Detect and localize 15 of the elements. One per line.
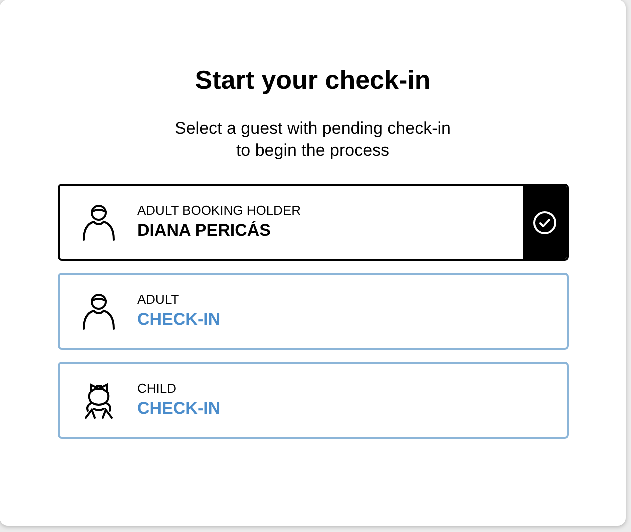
guest-card[interactable]: CHILD CHECK-IN xyxy=(58,362,568,439)
guest-card[interactable]: ADULT BOOKING HOLDER DIANA PERICÁS xyxy=(58,184,568,261)
guest-role: ADULT xyxy=(138,292,180,308)
person-icon xyxy=(82,294,116,330)
subtitle-line: Select a guest with pending check-in xyxy=(175,118,451,140)
subtitle-line: to begin the process xyxy=(236,140,390,162)
guest-role: CHILD xyxy=(138,380,178,396)
guest-role: ADULT BOOKING HOLDER xyxy=(138,202,302,218)
guest-name: DIANA PERICÁS xyxy=(138,220,272,242)
guest-name: CHECK-IN xyxy=(138,308,222,330)
person-icon xyxy=(82,204,116,240)
guest-card[interactable]: ADULT CHECK-IN xyxy=(58,273,568,350)
title: Start your check-in xyxy=(195,64,431,96)
check-circle-icon xyxy=(532,210,556,234)
guest-name: CHECK-IN xyxy=(138,398,222,420)
